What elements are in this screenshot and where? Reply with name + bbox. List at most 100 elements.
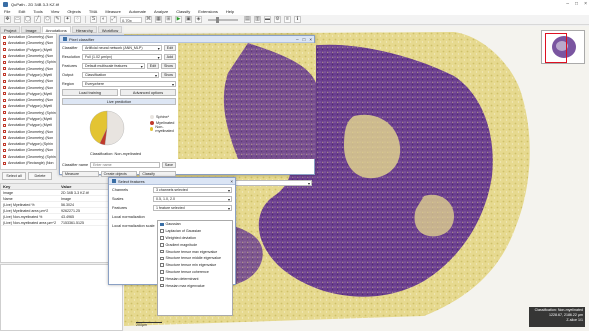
zoom-field[interactable]: 0.70x (120, 16, 142, 23)
feature-option[interactable]: Weighted deviation (158, 235, 232, 242)
resolution-select[interactable]: Full (1.02 µm/px) (82, 53, 162, 60)
ellipse-tool-icon[interactable]: ◯ (24, 16, 31, 23)
advanced-options-button[interactable]: Advanced options (120, 89, 176, 96)
line-tool-icon[interactable]: ╱ (34, 16, 41, 23)
feature-option[interactable]: Hessian determinant (158, 275, 232, 282)
feature-option[interactable]: Laplacian of Gaussian (158, 228, 232, 235)
features-show-button[interactable]: Show (161, 62, 176, 69)
features-edit-button[interactable]: Edit (146, 62, 159, 69)
measure-button[interactable]: Measure (62, 170, 99, 177)
annotation-shape-icon (3, 104, 6, 108)
feature-option[interactable]: Gradient magnitude (158, 241, 232, 248)
feature-option[interactable]: Hessian max eigenvalue (158, 282, 232, 289)
measurement-map-icon[interactable]: ▤ (244, 16, 251, 23)
select-all-button[interactable]: Select all (2, 172, 26, 180)
brightness-contrast-icon[interactable]: ◐ (100, 16, 107, 23)
classifier-preview: Show classification (178, 43, 316, 186)
points-tool-icon[interactable]: ⁘ (74, 16, 81, 23)
channels-select[interactable]: 3 channels selected (153, 186, 232, 193)
checkbox[interactable] (160, 229, 164, 233)
feature-option[interactable]: Structure tensor max eigenvalue (158, 248, 232, 255)
menu-edit[interactable]: Edit (18, 9, 25, 14)
brush-tool-icon[interactable]: ✎ (54, 16, 61, 23)
minimize-icon[interactable]: – (566, 1, 569, 7)
settings-icon[interactable]: ⚙ (274, 16, 281, 23)
live-prediction-button[interactable]: Live prediction (62, 98, 176, 105)
close-icon[interactable]: × (584, 1, 587, 7)
menu-view[interactable]: View (51, 9, 60, 14)
close-icon[interactable]: × (309, 37, 312, 42)
tab-workflow[interactable]: Workflow (97, 26, 123, 33)
feature-option[interactable]: Structure tensor middle eigenvalue (158, 255, 232, 262)
create-objects-button[interactable]: Create objects (100, 170, 138, 177)
feature-option[interactable]: Gaussian (158, 221, 232, 228)
tab-image[interactable]: Image (21, 26, 41, 33)
scalebar-icon[interactable]: ▬ (264, 16, 271, 23)
menu-classify[interactable]: Classify (176, 9, 190, 14)
resolution-label: Resolution (62, 54, 80, 59)
menu-help[interactable]: Help (226, 9, 234, 14)
checkbox[interactable] (160, 256, 164, 261)
tab-hierarchy[interactable]: Hierarchy (71, 26, 97, 33)
overview-thumbnail[interactable] (541, 30, 585, 64)
output-show-button[interactable]: Show (161, 71, 176, 78)
selection-mode-icon[interactable]: S (90, 16, 97, 23)
features-select[interactable]: 1 feature selected (153, 204, 232, 211)
move-tool-icon[interactable]: ✥ (4, 16, 11, 23)
feature-option[interactable]: Structure tensor coherence (158, 269, 232, 276)
features-select[interactable]: Default multiscale features (82, 62, 145, 69)
classifier-name-input[interactable] (90, 161, 160, 168)
region-select[interactable]: Everywhere (82, 80, 176, 87)
info-icon[interactable]: ℹ (294, 16, 301, 23)
rectangle-tool-icon[interactable]: ▭ (14, 16, 21, 23)
log-icon[interactable]: ≡ (284, 16, 291, 23)
checkbox[interactable] (160, 249, 164, 254)
menu-tma[interactable]: TMA (89, 9, 97, 14)
pixel-classification-icon[interactable]: ◈ (195, 16, 202, 23)
classifier-edit-button[interactable]: Edit (163, 44, 176, 51)
tab-annotations[interactable]: Annotations (41, 26, 71, 33)
menu-extensions[interactable]: Extensions (198, 9, 218, 14)
checkbox[interactable] (160, 243, 164, 247)
close-icon[interactable]: × (230, 179, 233, 184)
scale-bar: 200µm (136, 321, 162, 327)
resolution-add-button[interactable]: Add (163, 53, 176, 60)
menu-tools[interactable]: Tools (33, 9, 42, 14)
classify-button[interactable]: Classify (139, 170, 177, 177)
menu-automate[interactable]: Automate (129, 9, 146, 14)
checkbox[interactable] (160, 263, 164, 267)
checkbox[interactable] (160, 236, 164, 240)
annotation-list[interactable]: Annotation (Geometry) (Non Annotation (Ge… (0, 33, 57, 170)
fill-annotations-icon[interactable]: ▦ (155, 16, 162, 23)
opacity-slider[interactable] (208, 16, 238, 23)
wand-tool-icon[interactable]: ✦ (64, 16, 71, 23)
grid-icon[interactable]: ▥ (254, 16, 261, 23)
checkbox[interactable] (160, 222, 164, 227)
show-detections-icon[interactable]: ▶ (175, 16, 182, 23)
polygon-tool-icon[interactable]: ⬠ (44, 16, 51, 23)
minimize-icon[interactable]: – (296, 37, 299, 42)
menu-objects[interactable]: Objects (67, 9, 81, 14)
menu-analyze[interactable]: Analyze (154, 9, 168, 14)
scales-select[interactable]: 0.5, 1.0, 2.0 (153, 195, 232, 202)
checkbox[interactable] (160, 270, 164, 274)
feature-option[interactable]: Structure tensor min eigenvalue (158, 262, 232, 269)
checkbox[interactable] (160, 283, 164, 288)
output-select[interactable]: Classification (82, 71, 159, 78)
show-annotations-icon[interactable]: ⌘ (145, 16, 152, 23)
maximize-icon[interactable]: □ (303, 37, 306, 42)
menu-measure[interactable]: Measure (105, 9, 121, 14)
zoom-to-fit-icon[interactable]: ⤢ (110, 16, 117, 23)
maximize-icon[interactable]: □ (575, 1, 578, 7)
list-item[interactable]: Annotation (Rectangle) (Non (1, 160, 56, 166)
classifier-select[interactable]: Artificial neural network (ANN_MLP) (82, 44, 162, 51)
show-tma-grid-icon[interactable]: ⊞ (165, 16, 172, 23)
load-training-button[interactable]: Load training (62, 89, 118, 96)
tab-project[interactable]: Project (0, 26, 21, 33)
menu-file[interactable]: File (4, 9, 10, 14)
fill-detections-icon[interactable]: ▣ (185, 16, 192, 23)
delete-button[interactable]: Delete (28, 172, 52, 180)
feature-checklist[interactable]: Gaussian Laplacian of Gaussian Weighted de… (157, 220, 233, 316)
checkbox[interactable] (160, 277, 164, 281)
save-button[interactable]: Save (161, 161, 176, 168)
